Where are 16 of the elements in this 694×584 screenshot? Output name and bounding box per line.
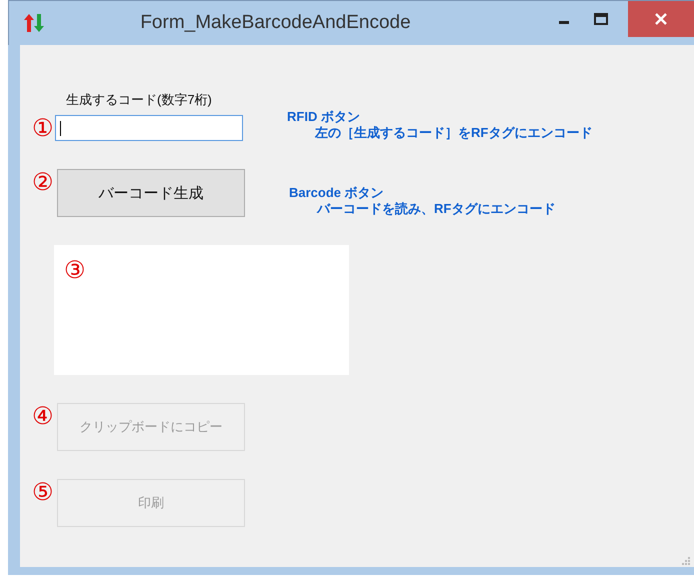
resize-grip-icon[interactable]: [680, 555, 690, 565]
barcode-note: Barcode ボタン バーコードを読み、RFタグにエンコード: [289, 185, 556, 217]
annotation-number: ②: [31, 169, 54, 195]
close-button[interactable]: [628, 1, 694, 37]
annotation-number: ①: [31, 115, 54, 141]
code-input-field[interactable]: [55, 115, 243, 141]
window-title: Form_MakeBarcodeAndEncode: [139, 12, 412, 34]
generate-barcode-button[interactable]: バーコード生成: [57, 169, 245, 217]
field-label: 生成するコード(数字7桁): [66, 91, 213, 109]
maximize-icon[interactable]: [594, 13, 608, 25]
rfid-note: RFID ボタン 左の［生成するコード］をRFタグにエンコード: [287, 109, 592, 141]
annotation-number: ③: [64, 257, 86, 283]
annotation-number: ⑤: [31, 479, 54, 505]
arrows-icon: [23, 12, 45, 34]
annotation-number: ④: [31, 403, 54, 429]
close-icon: [655, 13, 667, 25]
